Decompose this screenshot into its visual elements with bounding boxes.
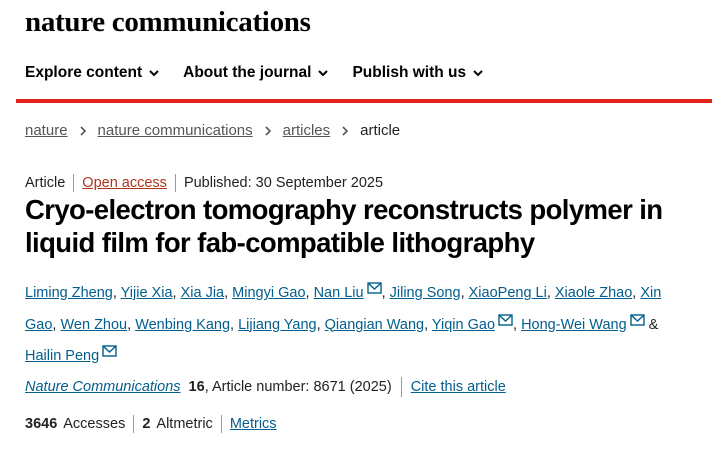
metrics-divider bbox=[133, 415, 135, 433]
author-link[interactable]: Wen Zhou bbox=[60, 317, 127, 333]
citation-divider bbox=[400, 377, 402, 397]
breadcrumb-nature-communications[interactable]: nature communications bbox=[98, 122, 253, 139]
meta-divider bbox=[174, 174, 176, 192]
meta-divider bbox=[73, 174, 75, 192]
breadcrumb-current: article bbox=[360, 122, 401, 139]
author-list: Liming Zheng, Yijie Xia, Xia Jia, Mingyi… bbox=[25, 276, 665, 371]
article-metrics: 3646 Accesses 2 Altmetric Metrics bbox=[25, 415, 277, 433]
article-number: , Article number: 8671 (2025) bbox=[204, 379, 392, 395]
nav-label: Explore content bbox=[25, 64, 143, 81]
article-meta: Article Open access Published: 30 Septem… bbox=[25, 174, 383, 192]
author-link[interactable]: Xiaole Zhao bbox=[555, 285, 632, 301]
metrics-link[interactable]: Metrics bbox=[230, 416, 277, 432]
journal-link[interactable]: Nature Communications bbox=[25, 379, 181, 395]
accesses-count: 3646 bbox=[25, 416, 58, 432]
nav-explore-content[interactable]: Explore content bbox=[25, 64, 160, 82]
author-link[interactable]: Mingyi Gao bbox=[232, 285, 305, 301]
chevron-right-icon bbox=[79, 125, 86, 136]
metrics-divider bbox=[220, 415, 222, 433]
author-link[interactable]: Nan Liu bbox=[314, 285, 364, 301]
mail-icon[interactable] bbox=[629, 308, 645, 326]
accesses-label: Accesses bbox=[63, 416, 126, 432]
nav-label: About the journal bbox=[183, 64, 312, 81]
breadcrumb-articles[interactable]: articles bbox=[283, 122, 331, 139]
breadcrumb: nature nature communications articles ar… bbox=[25, 122, 400, 139]
author-link[interactable]: Hong-Wei Wang bbox=[521, 317, 627, 333]
author-link[interactable]: Lijiang Yang bbox=[238, 317, 316, 333]
mail-icon[interactable] bbox=[366, 276, 382, 294]
nav-publish-with-us[interactable]: Publish with us bbox=[352, 64, 484, 82]
chevron-down-icon bbox=[473, 70, 483, 77]
nav-label: Publish with us bbox=[352, 64, 467, 81]
site-logo[interactable]: nature communications bbox=[25, 6, 311, 39]
article-type: Article bbox=[25, 175, 66, 191]
volume: 16 bbox=[188, 379, 205, 395]
author-link[interactable]: Yijie Xia bbox=[121, 285, 173, 301]
author-link[interactable]: Qiangian Wang bbox=[325, 317, 424, 333]
altmetric-label: Altmetric bbox=[156, 416, 213, 432]
author-link[interactable]: XiaoPeng Li bbox=[469, 285, 547, 301]
breadcrumb-nature[interactable]: nature bbox=[25, 122, 68, 139]
nav-about-journal[interactable]: About the journal bbox=[183, 64, 329, 82]
author-link[interactable]: Jiling Song bbox=[390, 285, 461, 301]
header-divider bbox=[16, 99, 712, 103]
altmetric-count: 2 bbox=[142, 416, 151, 432]
mail-icon[interactable] bbox=[102, 339, 117, 357]
open-access-link[interactable]: Open access bbox=[82, 175, 167, 191]
main-nav: Explore content About the journal Publis… bbox=[25, 64, 507, 82]
author-link[interactable]: Yiqin Gao bbox=[432, 317, 495, 333]
citation-line: Nature Communications 16 , Article numbe… bbox=[25, 377, 506, 397]
mail-icon[interactable] bbox=[498, 308, 513, 326]
chevron-right-icon bbox=[265, 125, 271, 136]
chevron-down-icon bbox=[318, 70, 329, 77]
chevron-right-icon bbox=[342, 125, 349, 136]
article-title: Cryo-electron tomography reconstructs po… bbox=[25, 194, 663, 258]
author-link[interactable]: Xia Jia bbox=[181, 285, 225, 301]
chevron-down-icon bbox=[149, 70, 159, 77]
cite-this-article-link[interactable]: Cite this article bbox=[411, 379, 506, 395]
author-link[interactable]: Liming Zheng bbox=[25, 285, 113, 301]
author-link[interactable]: Wenbing Kang bbox=[135, 317, 230, 333]
published-date: Published: 30 September 2025 bbox=[183, 175, 384, 191]
author-link[interactable]: Hailin Peng bbox=[25, 348, 99, 364]
